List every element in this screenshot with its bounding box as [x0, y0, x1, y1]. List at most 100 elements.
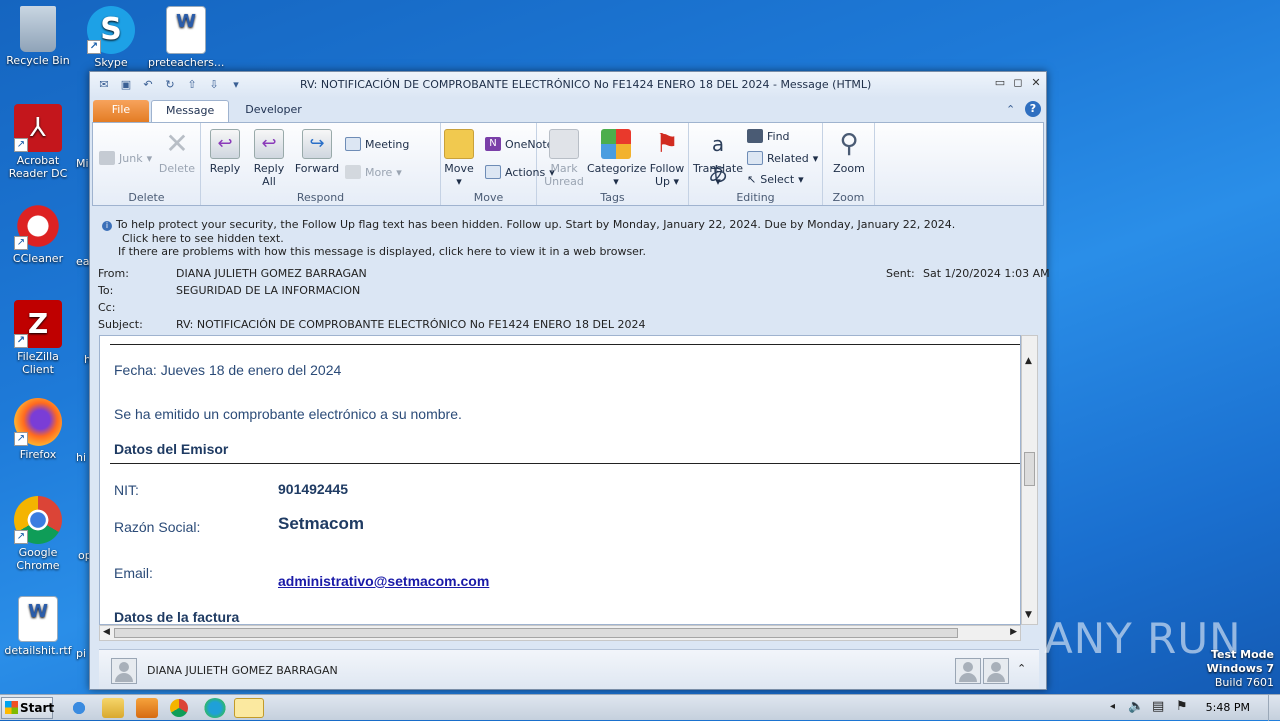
- reply-button[interactable]: ↩ Reply: [207, 129, 243, 175]
- message-body[interactable]: Fecha: Jueves 18 de enero del 2024 Se ha…: [99, 335, 1021, 625]
- customize-qat-icon[interactable]: ▾: [228, 77, 244, 93]
- chrome-taskbar-icon[interactable]: [170, 699, 188, 717]
- explorer-taskbar-icon[interactable]: [102, 698, 124, 718]
- action-center-flag-icon[interactable]: ⚑: [1176, 699, 1188, 714]
- down-arrow-icon[interactable]: ⇩: [206, 77, 222, 93]
- desktop-icon-detailshit[interactable]: W detailshit.rtf: [0, 596, 76, 657]
- undo-icon[interactable]: ↶: [140, 77, 156, 93]
- desktop-icon-ccleaner[interactable]: ↗ CCleaner: [0, 202, 76, 265]
- close-button[interactable]: ✕: [1028, 76, 1044, 90]
- move-button[interactable]: Move ▾: [443, 129, 475, 188]
- h-scroll-thumb[interactable]: [114, 628, 958, 638]
- help-icon[interactable]: ?: [1025, 101, 1041, 117]
- show-desktop-button[interactable]: [1268, 695, 1280, 721]
- desktop-icon-preteachers[interactable]: W preteachers...: [148, 6, 224, 69]
- desktop-icon-recycle-bin[interactable]: Recycle Bin: [0, 6, 76, 67]
- group-label-respond: Respond: [296, 191, 345, 204]
- related-button[interactable]: Related ▾: [747, 151, 818, 165]
- select-button[interactable]: ↖ Select ▾: [747, 173, 804, 186]
- desktop-icon-chrome[interactable]: ↗ Google Chrome: [0, 496, 76, 572]
- start-button[interactable]: Start: [1, 697, 54, 719]
- partial-desktop-label: Mi: [76, 157, 89, 170]
- fecha-text: Fecha: Jueves 18 de enero del 2024: [114, 362, 342, 378]
- reply-icon: ↩: [210, 129, 240, 159]
- mark-unread-button[interactable]: Mark Unread: [541, 129, 587, 188]
- desktop-icon-filezilla[interactable]: Z ↗ FileZilla Client: [0, 300, 76, 376]
- title-bar: ✉ ▣ ↶ ↻ ⇧ ⇩ ▾ RV: NOTIFICACIÓN DE COMPRO…: [90, 72, 1046, 98]
- up-arrow-icon[interactable]: ⇧: [184, 77, 200, 93]
- expand-people-pane-icon[interactable]: ⌃: [1017, 662, 1026, 675]
- follow-up-button[interactable]: ⚑ Follow Up ▾: [647, 129, 687, 188]
- edge-taskbar-icon[interactable]: [204, 698, 226, 718]
- razon-social-value: Setmacom: [278, 514, 364, 533]
- subject-value: RV: NOTIFICACIÓN DE COMPROBANTE ELECTRÓN…: [176, 318, 646, 331]
- delete-button[interactable]: ✕ Delete: [157, 129, 197, 176]
- tab-file[interactable]: File: [93, 100, 149, 122]
- info-line-2[interactable]: Click here to see hidden text.: [96, 232, 1038, 246]
- outlook-taskbar-icon[interactable]: [234, 698, 264, 718]
- horizontal-scrollbar[interactable]: ◀ ▶: [99, 625, 1021, 641]
- forward-button[interactable]: ↪ Forward: [293, 129, 341, 175]
- tab-message[interactable]: Message: [151, 100, 230, 122]
- sender-avatar-icon[interactable]: [111, 658, 137, 684]
- word-document-icon: W: [166, 6, 206, 54]
- from-label: From:: [98, 267, 129, 280]
- junk-button[interactable]: Junk ▾: [99, 151, 152, 165]
- info-bar[interactable]: i To help protect your security, the Foll…: [96, 218, 1038, 259]
- minimize-button[interactable]: ▭: [992, 76, 1008, 90]
- scroll-down-arrow[interactable]: ▼: [1025, 610, 1032, 620]
- vertical-scrollbar[interactable]: ▲ ▼: [1021, 335, 1038, 625]
- translate-button[interactable]: aあ Translate ▾: [693, 129, 743, 188]
- desktop-icon-acrobat[interactable]: ⅄ ↗ Acrobat Reader DC: [0, 104, 76, 180]
- scroll-up-arrow[interactable]: ▲: [1025, 356, 1032, 366]
- maximize-button[interactable]: ◻: [1010, 76, 1026, 90]
- windows-test-mode-watermark: Test Mode Windows 7 Build 7601: [1206, 648, 1274, 689]
- network-icon[interactable]: ▤: [1152, 699, 1164, 714]
- person-avatar-icon[interactable]: [983, 658, 1009, 684]
- move-folder-icon: [444, 129, 474, 159]
- outlook-message-window: ✉ ▣ ↶ ↻ ⇧ ⇩ ▾ RV: NOTIFICACIÓN DE COMPRO…: [89, 71, 1050, 690]
- to-value[interactable]: SEGURIDAD DE LA INFORMACION: [176, 284, 360, 297]
- desktop-icon-skype[interactable]: S ↗ Skype: [73, 6, 149, 69]
- window-title: RV: NOTIFICACIÓN DE COMPROBANTE ELECTRÓN…: [300, 78, 872, 91]
- redo-icon[interactable]: ↻: [162, 77, 178, 93]
- media-player-taskbar-icon[interactable]: [136, 698, 158, 718]
- desktop-icon-firefox[interactable]: ↗ Firefox: [0, 398, 76, 461]
- scroll-left-arrow[interactable]: ◀: [103, 627, 110, 637]
- tab-developer[interactable]: Developer: [231, 100, 316, 122]
- categorize-icon: [601, 129, 631, 159]
- rtf-document-icon: W: [18, 596, 58, 642]
- speaker-icon[interactable]: 🔈: [1128, 699, 1144, 714]
- email-link[interactable]: administrativo@setmacom.com: [278, 573, 489, 589]
- meeting-button[interactable]: Meeting: [345, 137, 409, 151]
- people-pane: DIANA JULIETH GOMEZ BARRAGAN ⌃: [99, 649, 1039, 689]
- onenote-icon: N: [485, 137, 501, 151]
- info-line-3[interactable]: If there are problems with how this mess…: [96, 245, 1038, 259]
- find-button[interactable]: Find: [747, 129, 790, 143]
- categorize-button[interactable]: Categorize ▾: [587, 129, 646, 188]
- emisor-divider: [110, 463, 1020, 464]
- taskbar-clock[interactable]: 5:48 PM: [1206, 701, 1250, 714]
- from-value[interactable]: DIANA JULIETH GOMEZ BARRAGAN: [176, 267, 367, 280]
- filezilla-icon: Z ↗: [14, 300, 62, 348]
- cc-label: Cc:: [98, 301, 116, 314]
- forward-icon: ↪: [302, 129, 332, 159]
- collapse-ribbon-icon[interactable]: ⌃: [1006, 103, 1015, 116]
- ccleaner-icon: ↗: [14, 202, 62, 250]
- reply-all-button[interactable]: ↩ Reply All: [251, 129, 287, 188]
- person-avatar-icon[interactable]: [955, 658, 981, 684]
- ie-taskbar-icon[interactable]: [68, 698, 90, 718]
- people-pane-name[interactable]: DIANA JULIETH GOMEZ BARRAGAN: [147, 664, 338, 677]
- zoom-button[interactable]: ⚲ Zoom: [829, 129, 869, 175]
- save-icon[interactable]: ▣: [118, 77, 134, 93]
- chrome-icon: ↗: [14, 496, 62, 544]
- ribbon: Junk ▾ ✕ Delete Delete ↩ Reply ↩ Reply All ↪…: [92, 122, 1044, 206]
- sent-value: Sat 1/20/2024 1:03 AM: [923, 267, 1050, 280]
- scroll-thumb[interactable]: [1024, 452, 1035, 486]
- cursor-icon: ↖: [747, 173, 757, 186]
- outlook-envelope-icon[interactable]: ✉: [96, 77, 112, 93]
- more-respond-button[interactable]: More ▾: [345, 165, 402, 179]
- scroll-right-arrow[interactable]: ▶: [1010, 627, 1017, 637]
- skype-icon: S ↗: [87, 6, 135, 54]
- tray-show-hidden-icon[interactable]: ◂: [1110, 701, 1115, 712]
